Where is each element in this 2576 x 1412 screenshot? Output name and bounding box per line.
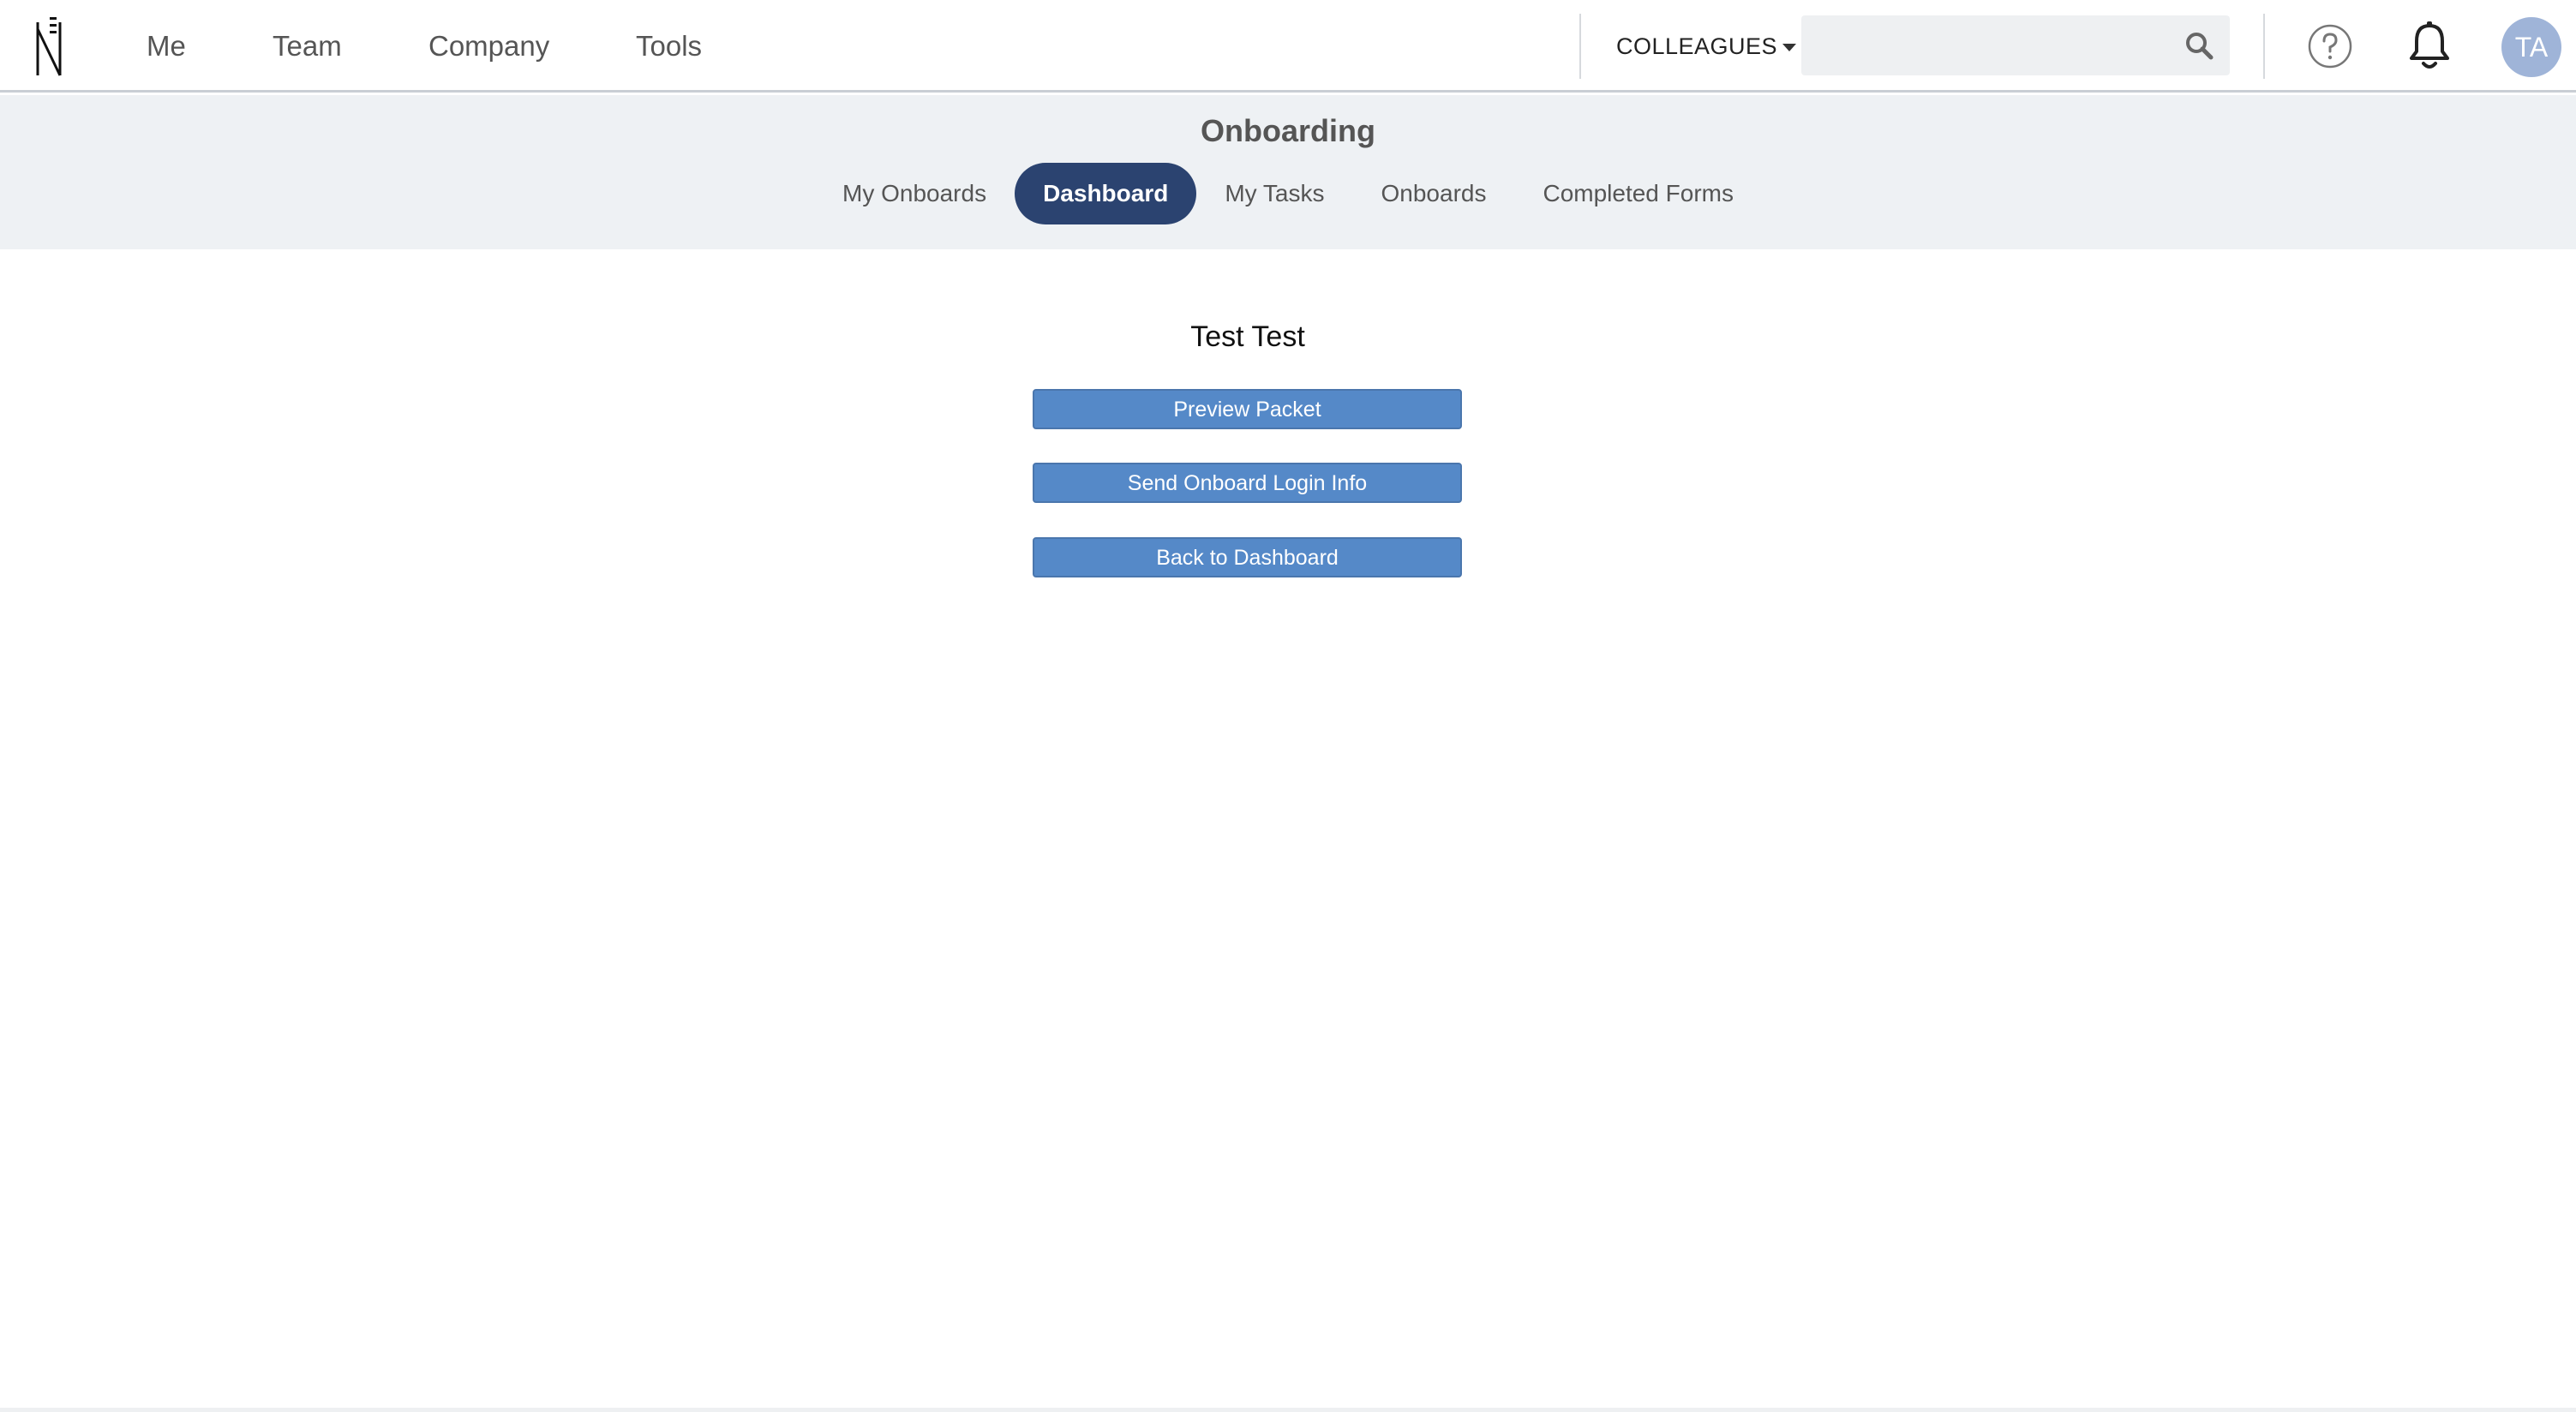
nav-item-company[interactable]: Company bbox=[428, 27, 549, 65]
page-title: Onboarding bbox=[1201, 113, 1375, 148]
colleagues-label: COLLEAGUES bbox=[1616, 33, 1778, 59]
divider bbox=[1579, 14, 1581, 79]
tab-bar: My Onboards Dashboard My Tasks Onboards … bbox=[0, 163, 2576, 224]
bell-icon[interactable] bbox=[2405, 21, 2454, 72]
person-name: Test Test bbox=[1190, 320, 1305, 353]
nav-item-me[interactable]: Me bbox=[147, 27, 186, 65]
tab-onboards[interactable]: Onboards bbox=[1353, 163, 1515, 224]
avatar[interactable]: TA bbox=[2501, 17, 2561, 77]
tab-completed-forms[interactable]: Completed Forms bbox=[1514, 163, 1762, 224]
top-navigation-bar: Me Team Company Tools COLLEAGUES TA bbox=[0, 0, 2576, 93]
colleagues-dropdown[interactable]: COLLEAGUES bbox=[1616, 29, 1797, 63]
help-icon[interactable] bbox=[2307, 23, 2353, 69]
search-box bbox=[1801, 15, 2230, 75]
tab-my-tasks[interactable]: My Tasks bbox=[1196, 163, 1352, 224]
tab-my-onboards[interactable]: My Onboards bbox=[814, 163, 1015, 224]
back-to-dashboard-button[interactable]: Back to Dashboard bbox=[1033, 537, 1462, 577]
nav-item-tools[interactable]: Tools bbox=[636, 27, 702, 65]
logo-icon[interactable] bbox=[33, 15, 67, 79]
divider bbox=[2263, 14, 2265, 79]
footer-divider bbox=[0, 1408, 2576, 1412]
tab-dashboard[interactable]: Dashboard bbox=[1015, 163, 1197, 224]
preview-packet-button[interactable]: Preview Packet bbox=[1033, 389, 1462, 429]
send-onboard-login-info-button[interactable]: Send Onboard Login Info bbox=[1033, 463, 1462, 503]
nav-item-team[interactable]: Team bbox=[273, 27, 342, 65]
search-input[interactable] bbox=[1801, 15, 2161, 75]
caret-down-icon bbox=[1782, 44, 1797, 52]
search-icon[interactable] bbox=[2184, 30, 2214, 61]
onboarding-subheader: Onboarding My Onboards Dashboard My Task… bbox=[0, 95, 2576, 249]
